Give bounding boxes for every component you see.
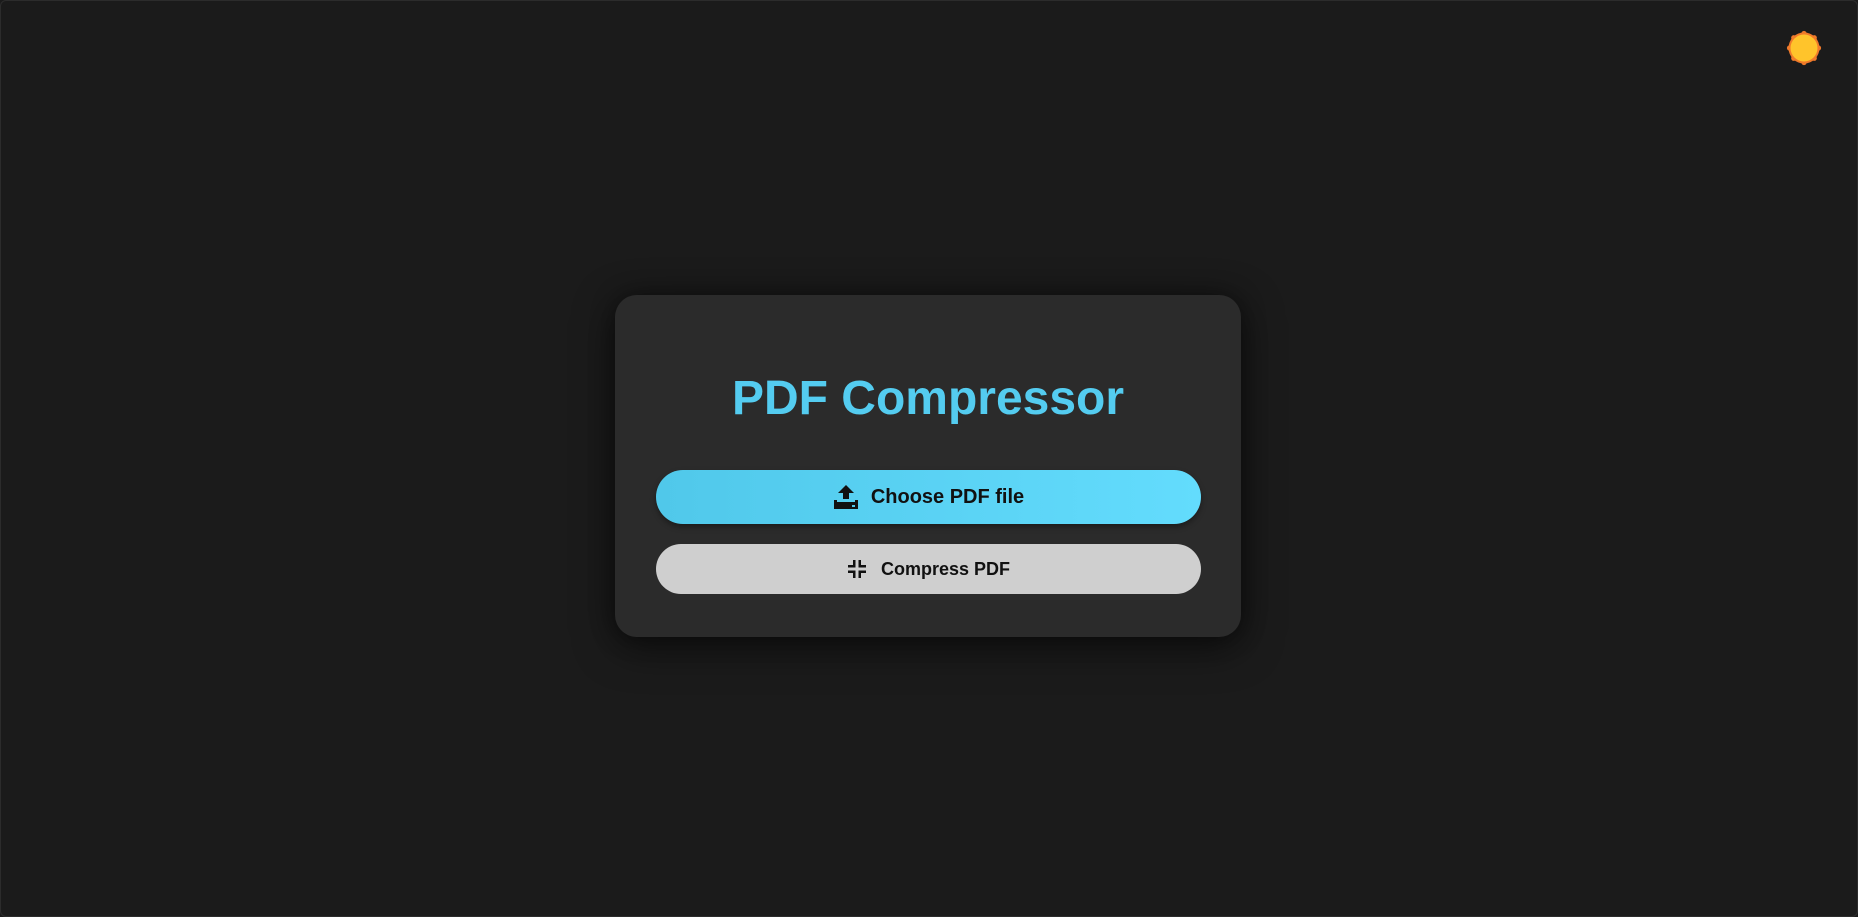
compressor-card: PDF Compressor Choose PDF file Compress … xyxy=(615,295,1241,637)
page-title: PDF Compressor xyxy=(731,372,1125,425)
choose-pdf-label: Choose PDF file xyxy=(870,485,1025,508)
upload-icon xyxy=(833,484,859,510)
sun-icon xyxy=(1786,30,1822,66)
choose-pdf-button[interactable]: Choose PDF file xyxy=(656,470,1201,524)
page: PDF Compressor Choose PDF file Compress … xyxy=(0,0,1858,917)
collapse-icon xyxy=(847,559,867,579)
compress-pdf-label: Compress PDF xyxy=(880,558,1011,579)
theme-toggle-button[interactable] xyxy=(1786,30,1822,66)
compress-pdf-button[interactable]: Compress PDF xyxy=(656,544,1201,594)
